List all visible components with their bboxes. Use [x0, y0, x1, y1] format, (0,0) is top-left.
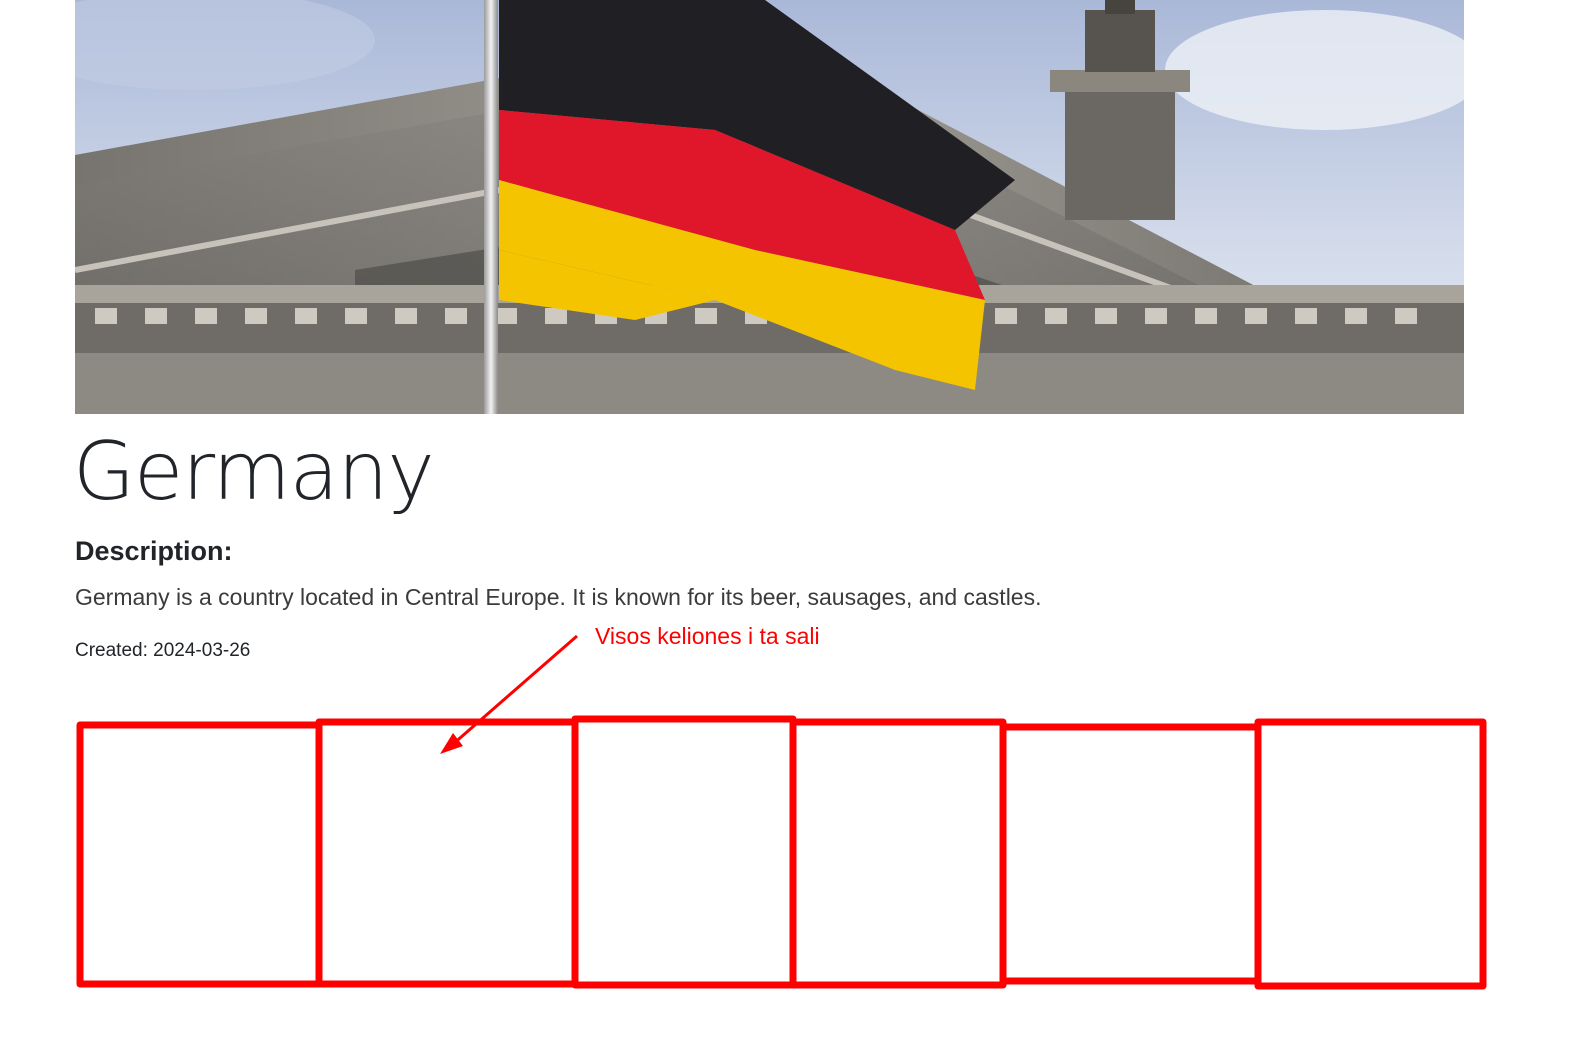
trip-placeholder-box: [789, 718, 1007, 989]
page-title: Germany: [73, 425, 435, 518]
trip-placeholder-box: [1254, 718, 1487, 990]
annotation-label: Visos keliones i ta sali: [595, 623, 820, 649]
hero-image: [75, 0, 1464, 414]
description-heading: Description:: [75, 536, 233, 566]
trip-placeholder-box: [76, 721, 323, 988]
trip-placeholder-box: [999, 723, 1262, 985]
trip-placeholder-box: [571, 715, 797, 989]
created-date: Created: 2024-03-26: [75, 640, 251, 661]
trip-placeholder-box: [315, 718, 579, 988]
description-text: Germany is a country located in Central …: [75, 584, 1042, 610]
annotation-arrow: [440, 634, 578, 754]
